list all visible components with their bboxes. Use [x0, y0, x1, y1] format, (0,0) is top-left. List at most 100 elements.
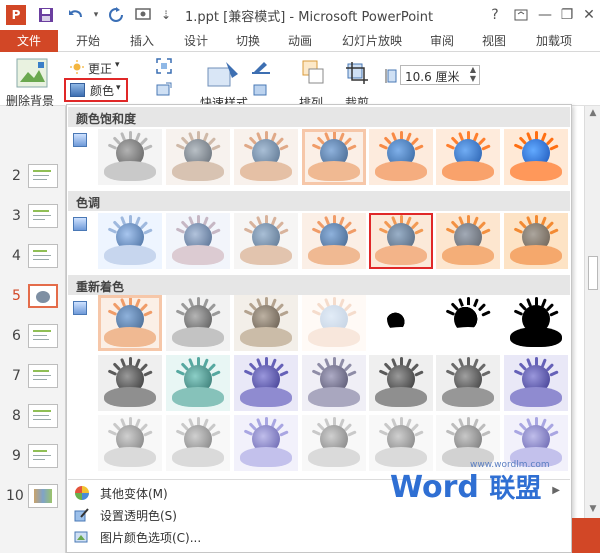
slide-thumbnail[interactable]	[28, 484, 58, 508]
tab-slideshow[interactable]: 幻灯片放映	[342, 30, 402, 52]
save-icon[interactable]	[36, 5, 56, 25]
color-variation-thumbnail[interactable]	[369, 129, 433, 185]
tab-transitions[interactable]: 切换	[236, 30, 260, 52]
color-wheel-icon	[74, 485, 90, 501]
scrollbar-thumb[interactable]	[588, 256, 598, 290]
slideshow-from-start-icon[interactable]	[134, 5, 154, 25]
color-variation-thumbnail[interactable]	[369, 213, 433, 269]
quick-styles-icon[interactable]	[206, 60, 240, 90]
spin-up-icon[interactable]: ▲	[470, 65, 476, 74]
color-variation-thumbnail[interactable]	[504, 355, 568, 411]
color-variation-thumbnail[interactable]	[369, 295, 433, 351]
color-variation-thumbnail[interactable]	[234, 295, 298, 351]
color-variation-thumbnail[interactable]	[98, 415, 162, 471]
slide-item[interactable]: 3	[0, 202, 66, 234]
slide-item[interactable]: 4	[0, 242, 66, 274]
slide-item[interactable]: 9	[0, 442, 66, 474]
color-variation-thumbnail[interactable]	[166, 355, 230, 411]
tab-review[interactable]: 审阅	[430, 30, 454, 52]
ribbon-display-options-icon[interactable]	[510, 5, 532, 25]
tab-insert[interactable]: 插入	[130, 30, 154, 52]
corrections-dropdown-icon[interactable]: ▾	[115, 60, 120, 70]
color-variation-thumbnail[interactable]	[436, 129, 500, 185]
color-variation-thumbnail[interactable]	[166, 295, 230, 351]
color-variation-thumbnail[interactable]	[302, 355, 366, 411]
corrections-icon	[70, 60, 84, 74]
color-variation-thumbnail[interactable]	[369, 415, 433, 471]
color-variation-thumbnail[interactable]	[302, 129, 366, 185]
tab-view[interactable]: 视图	[482, 30, 506, 52]
color-variation-thumbnail[interactable]	[98, 213, 162, 269]
shape-height-field[interactable]: 10.6 厘米 ▲ ▼	[400, 65, 480, 85]
undo-dropdown-icon[interactable]: ▾	[86, 5, 106, 25]
color-button[interactable]: 颜色 ▾	[64, 78, 128, 102]
scroll-up-icon[interactable]: ▲	[588, 108, 598, 118]
slide-thumbnail[interactable]	[28, 204, 58, 228]
set-transparent-color-item[interactable]: 设置透明色(S)	[68, 504, 570, 526]
restore-button[interactable]: ❐	[556, 5, 578, 25]
tab-design[interactable]: 设计	[184, 30, 208, 52]
color-variation-thumbnail[interactable]	[98, 129, 162, 185]
color-variation-thumbnail[interactable]	[504, 129, 568, 185]
slide-item[interactable]: 6	[0, 322, 66, 354]
color-variation-thumbnail[interactable]	[302, 415, 366, 471]
tab-file[interactable]: 文件	[0, 30, 58, 52]
slide-number: 3	[12, 208, 21, 224]
picture-border-icon[interactable]	[252, 58, 272, 74]
slide-thumbnail[interactable]	[28, 164, 58, 188]
slide-item[interactable]: 2	[0, 162, 66, 194]
redo-icon[interactable]	[106, 5, 126, 25]
slide-thumbnail[interactable]	[28, 404, 58, 428]
height-icon	[384, 68, 398, 84]
slide-thumbnail[interactable]	[28, 284, 58, 308]
spin-down-icon[interactable]: ▼	[470, 74, 476, 83]
scroll-down-icon[interactable]: ▼	[588, 504, 598, 514]
vertical-scrollbar[interactable]: ▲ ▼	[584, 106, 600, 518]
close-button[interactable]: ✕	[578, 5, 600, 25]
picture-color-options-item[interactable]: 图片颜色选项(C)...	[68, 526, 570, 548]
arrange-icon[interactable]	[302, 60, 324, 86]
color-variation-thumbnail[interactable]	[302, 295, 366, 351]
help-button[interactable]: ?	[484, 5, 506, 25]
crop-icon[interactable]	[344, 60, 368, 86]
slide-item[interactable]: 7	[0, 362, 66, 394]
slide-item[interactable]: 10	[0, 482, 66, 514]
undo-icon[interactable]	[66, 5, 86, 25]
slide-item[interactable]: 8	[0, 402, 66, 434]
powerpoint-app-icon[interactable]: P	[6, 5, 26, 25]
tab-home[interactable]: 开始	[76, 30, 100, 52]
slide-thumbnail[interactable]	[28, 364, 58, 388]
color-variation-thumbnail[interactable]	[166, 415, 230, 471]
color-variation-thumbnail[interactable]	[436, 213, 500, 269]
tab-animations[interactable]: 动画	[288, 30, 312, 52]
remove-background-icon[interactable]	[16, 58, 48, 88]
slide-thumbnail[interactable]	[28, 244, 58, 268]
color-variation-thumbnail[interactable]	[234, 355, 298, 411]
tab-addins[interactable]: 加载项	[536, 30, 572, 52]
slide-thumbnail[interactable]	[28, 444, 58, 468]
color-variation-thumbnail[interactable]	[234, 415, 298, 471]
section-header-recolor: 重新着色	[68, 275, 570, 295]
color-variation-thumbnail[interactable]	[166, 213, 230, 269]
slide-number: 6	[12, 328, 21, 344]
customize-qat-icon[interactable]: ⇣	[156, 5, 176, 25]
color-variation-thumbnail[interactable]	[98, 355, 162, 411]
color-variation-thumbnail[interactable]	[436, 355, 500, 411]
change-picture-icon[interactable]	[156, 82, 172, 98]
slide-thumbnail[interactable]	[28, 324, 58, 348]
compress-pictures-icon[interactable]	[156, 58, 172, 74]
color-variation-thumbnail[interactable]	[302, 213, 366, 269]
color-variation-thumbnail[interactable]	[504, 295, 568, 351]
color-variation-thumbnail[interactable]	[98, 295, 162, 351]
color-variation-thumbnail[interactable]	[234, 213, 298, 269]
picture-effects-icon[interactable]	[252, 82, 272, 98]
color-variation-thumbnail[interactable]	[166, 129, 230, 185]
slide-number: 8	[12, 408, 21, 424]
corrections-button[interactable]: 更正	[88, 60, 112, 77]
color-variation-thumbnail[interactable]	[504, 213, 568, 269]
color-variation-thumbnail[interactable]	[234, 129, 298, 185]
slide-item-active[interactable]: 5	[0, 282, 66, 314]
minimize-button[interactable]: —	[534, 5, 556, 25]
color-variation-thumbnail[interactable]	[369, 355, 433, 411]
color-variation-thumbnail[interactable]	[436, 295, 500, 351]
